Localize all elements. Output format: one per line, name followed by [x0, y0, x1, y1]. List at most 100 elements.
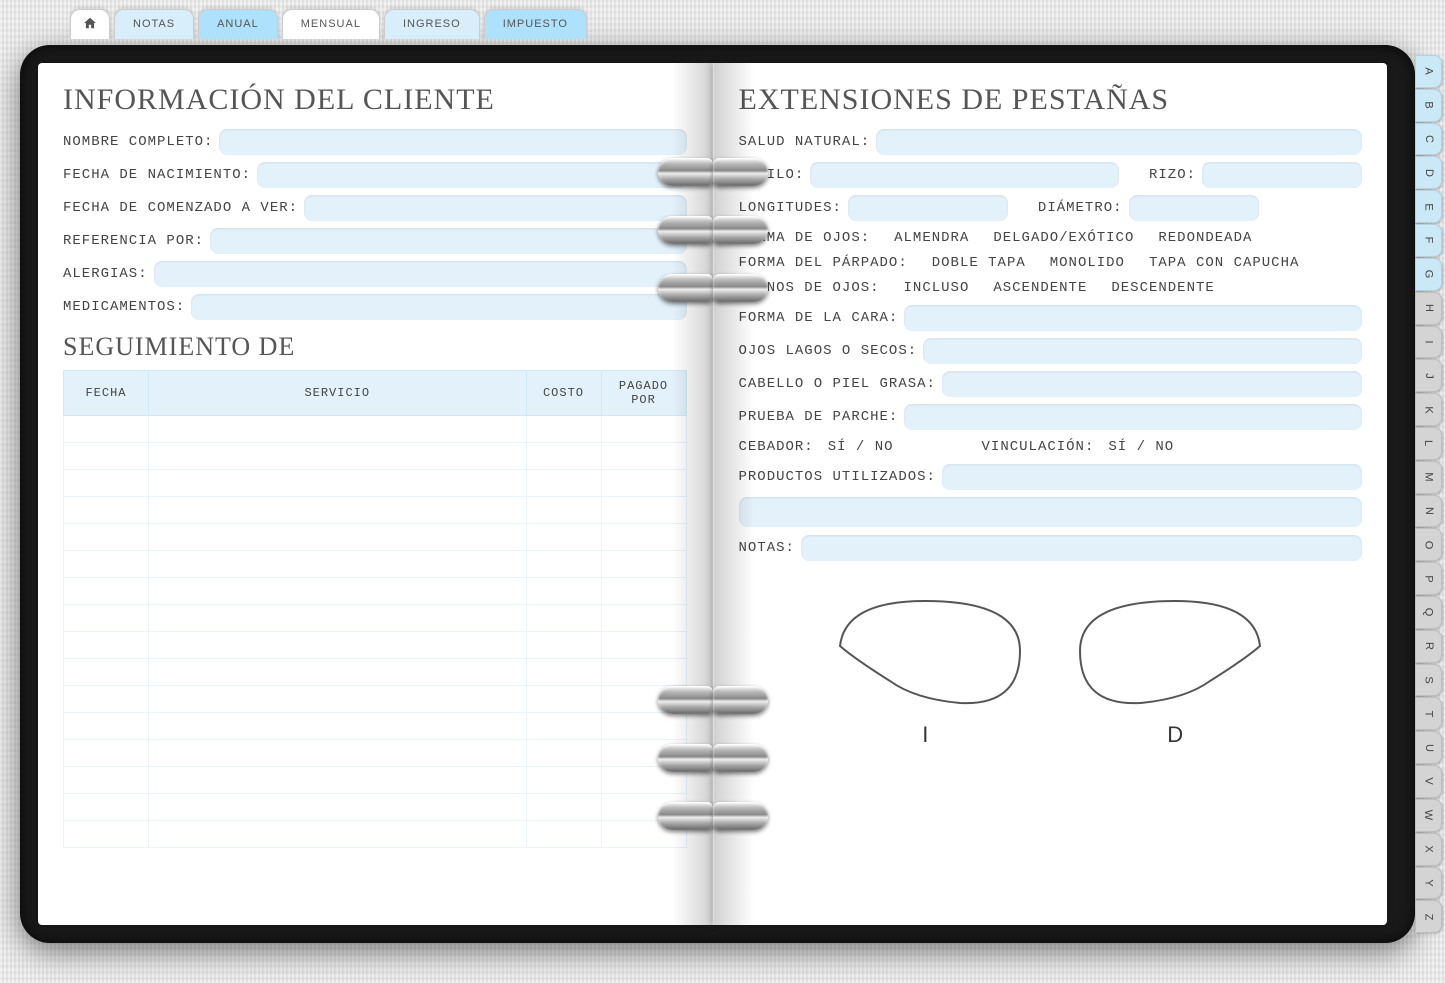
col-pagado: PAGADO POR	[601, 371, 686, 416]
label-eyeplane: PLANOS DE OJOS:	[739, 280, 880, 296]
input-name[interactable]	[219, 129, 686, 155]
eye-pads: I D	[739, 591, 1363, 748]
input-patch[interactable]	[904, 404, 1362, 430]
input-products[interactable]	[942, 464, 1362, 490]
table-row[interactable]	[64, 713, 687, 740]
table-row[interactable]	[64, 794, 687, 821]
table-row[interactable]	[64, 470, 687, 497]
tab-anual[interactable]: ANUAL	[198, 9, 278, 39]
alpha-tab-b[interactable]: B	[1415, 89, 1442, 122]
label-notes: NOTAS:	[739, 540, 795, 556]
table-row[interactable]	[64, 740, 687, 767]
alpha-tab-v[interactable]: V	[1415, 765, 1442, 798]
input-meds[interactable]	[191, 294, 686, 320]
alpha-tab-a[interactable]: A	[1415, 55, 1442, 88]
alpha-tab-m[interactable]: M	[1415, 461, 1442, 494]
label-watery: OJOS LAGOS O SECOS:	[739, 343, 918, 359]
table-row[interactable]	[64, 497, 687, 524]
page-right: EXTENSIONES DE PESTAÑAS SALUD NATURAL: E…	[713, 63, 1388, 925]
opt-lidshape-1[interactable]: MONOLIDO	[1050, 255, 1125, 271]
tab-notas[interactable]: NOTAS	[114, 9, 194, 39]
table-row[interactable]	[64, 632, 687, 659]
alpha-tab-z[interactable]: Z	[1415, 900, 1442, 933]
alpha-tab-d[interactable]: D	[1415, 156, 1442, 189]
alpha-tab-s[interactable]: S	[1415, 664, 1442, 697]
tracking-table: FECHA SERVICIO COSTO PAGADO POR	[63, 370, 687, 848]
input-watery[interactable]	[923, 338, 1362, 364]
table-row[interactable]	[64, 443, 687, 470]
gutter-shadow	[714, 63, 754, 925]
home-icon	[83, 16, 97, 30]
input-face[interactable]	[904, 305, 1362, 331]
input-lengths[interactable]	[848, 195, 1008, 221]
input-curl[interactable]	[1202, 162, 1362, 188]
label-style: ESTILO:	[739, 167, 805, 183]
tab-ingreso[interactable]: INGRESO	[384, 9, 480, 39]
input-ref[interactable]	[210, 228, 686, 254]
opt-bond[interactable]: SÍ / NO	[1108, 439, 1174, 455]
opt-eyeshape-1[interactable]: DELGADO/EXÓTICO	[993, 230, 1134, 246]
alpha-tab-x[interactable]: X	[1415, 833, 1442, 866]
alpha-tab-l[interactable]: L	[1415, 427, 1442, 460]
col-costo: COSTO	[526, 371, 601, 416]
input-notes[interactable]	[801, 535, 1362, 561]
table-row[interactable]	[64, 551, 687, 578]
alpha-tab-j[interactable]: J	[1415, 359, 1442, 392]
opt-eyeplane-1[interactable]: ASCENDENTE	[993, 280, 1087, 296]
alpha-tab-q[interactable]: Q	[1415, 596, 1442, 629]
opt-lidshape-2[interactable]: TAPA CON CAPUCHA	[1149, 255, 1299, 271]
table-row[interactable]	[64, 578, 687, 605]
label-allergies: ALERGIAS:	[63, 266, 148, 282]
input-oily[interactable]	[942, 371, 1362, 397]
table-row[interactable]	[64, 659, 687, 686]
opt-eyeplane-0[interactable]: INCLUSO	[904, 280, 970, 296]
alpha-tab-i[interactable]: I	[1415, 326, 1442, 359]
label-dob: FECHA DE NACIMIENTO:	[63, 167, 251, 183]
table-row[interactable]	[64, 416, 687, 443]
label-bond: VINCULACIÓN:	[982, 439, 1095, 455]
tab-mensual[interactable]: MENSUAL	[282, 9, 380, 39]
opt-lidshape-0[interactable]: DOBLE TAPA	[932, 255, 1026, 271]
alpha-tab-f[interactable]: F	[1415, 224, 1442, 257]
alpha-tab-h[interactable]: H	[1415, 292, 1442, 325]
input-allergies[interactable]	[154, 261, 687, 287]
label-patch: PRUEBA DE PARCHE:	[739, 409, 899, 425]
input-start[interactable]	[304, 195, 686, 221]
pages: INFORMACIÓN DEL CLIENTE NOMBRE COMPLETO:…	[38, 63, 1387, 925]
table-row[interactable]	[64, 605, 687, 632]
input-diameter[interactable]	[1129, 195, 1259, 221]
alpha-tab-y[interactable]: Y	[1415, 867, 1442, 900]
opt-primer[interactable]: SÍ / NO	[828, 439, 894, 455]
tab-impuesto[interactable]: IMPUESTO	[484, 9, 587, 39]
tab-home[interactable]	[70, 9, 110, 39]
alpha-tab-t[interactable]: T	[1415, 697, 1442, 730]
page-left: INFORMACIÓN DEL CLIENTE NOMBRE COMPLETO:…	[38, 63, 713, 925]
alpha-tab-n[interactable]: N	[1415, 495, 1442, 528]
label-eyeshape: FORMA DE OJOS:	[739, 230, 871, 246]
table-row[interactable]	[64, 686, 687, 713]
alpha-tab-e[interactable]: E	[1415, 190, 1442, 223]
input-health[interactable]	[876, 129, 1362, 155]
col-fecha: FECHA	[64, 371, 149, 416]
alpha-tab-c[interactable]: C	[1415, 123, 1442, 156]
alpha-tab-p[interactable]: P	[1415, 562, 1442, 595]
alpha-tab-o[interactable]: O	[1415, 528, 1442, 561]
input-products-2[interactable]	[739, 497, 1363, 527]
label-start: FECHA DE COMENZADO A VER:	[63, 200, 298, 216]
label-meds: MEDICAMENTOS:	[63, 299, 185, 315]
alpha-tab-u[interactable]: U	[1415, 731, 1442, 764]
table-row[interactable]	[64, 767, 687, 794]
table-row[interactable]	[64, 821, 687, 848]
input-dob[interactable]	[257, 162, 686, 188]
alpha-tab-k[interactable]: K	[1415, 393, 1442, 426]
opt-eyeshape-2[interactable]: REDONDEADA	[1158, 230, 1252, 246]
opt-eyeplane-2[interactable]: DESCENDENTE	[1111, 280, 1214, 296]
opt-eyeshape-0[interactable]: ALMENDRA	[894, 230, 969, 246]
input-style[interactable]	[810, 162, 1119, 188]
alpha-tab-r[interactable]: R	[1415, 630, 1442, 663]
label-name: NOMBRE COMPLETO:	[63, 134, 213, 150]
table-row[interactable]	[64, 524, 687, 551]
alpha-tab-g[interactable]: G	[1415, 258, 1442, 291]
left-section2: SEGUIMIENTO DE	[63, 332, 687, 362]
alpha-tab-w[interactable]: W	[1415, 799, 1442, 832]
